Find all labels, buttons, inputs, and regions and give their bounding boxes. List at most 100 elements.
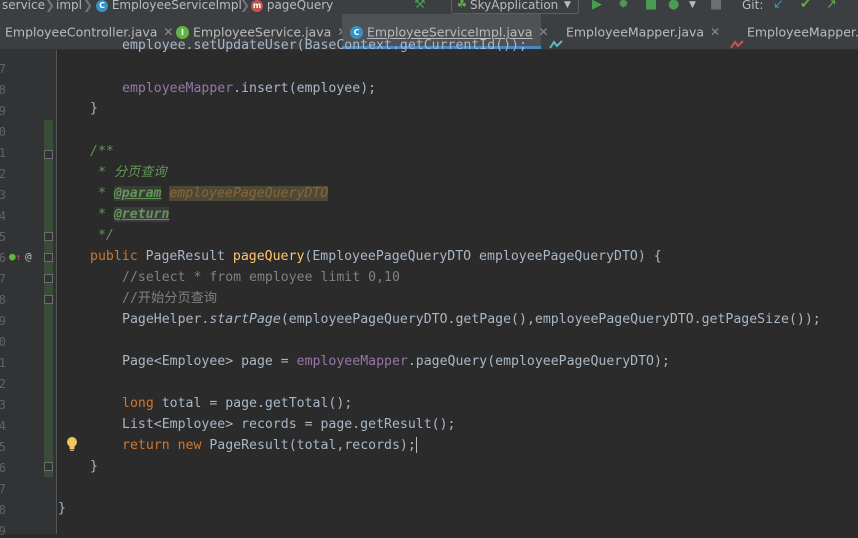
build-hammer-icon[interactable]: ⚒ [414,0,426,13]
code-keyword: new [169,438,202,453]
chevron-down-icon: ▼ [564,0,571,10]
line-number: 9 [0,524,6,538]
doc-comment: * 分页查询 [90,165,167,180]
code-text: (EmployeePageQueryDTO employeePageQueryD… [304,249,662,264]
navigation-bar: service ❯ impl ❯ C EmployeeServiceImpl ❯… [0,0,858,14]
doc-tag: @param [113,186,162,201]
code-line: */ [90,226,114,246]
code-line: PageHelper.startPage(employeePageQueryDT… [122,310,821,330]
code-text: (employeePageQueryDTO.getPage(),employee… [280,312,821,327]
fold-toggle-icon[interactable] [44,274,53,283]
code-keyword: long [122,396,154,411]
tab-label: EmployeeMapper. [746,24,858,40]
code-line: employee.setUpdateUser(BaseContext.getCu… [122,36,527,56]
debug-icon[interactable]: ✹ [618,0,629,13]
lightbulb-icon[interactable] [66,436,78,452]
code-line: } [90,457,98,477]
mapper-icon [730,28,744,49]
code-line: return new PageResult(total,records); [122,436,417,456]
line-number: 6 [0,461,6,475]
code-comment: //select * from employee limit 0,10 [122,270,400,285]
doc-comment: * [90,186,114,201]
fold-toggle-icon[interactable] [44,150,53,159]
code-text: Page<Employee> page = [122,354,297,369]
code-keyword: return [122,438,170,453]
breadcrumb-class[interactable]: C EmployeeServiceImpl [96,0,242,13]
code-field: employeeMapper [296,354,408,369]
class-icon: C [96,0,108,12]
profile-icon[interactable]: ● [668,0,679,13]
fold-toggle-icon[interactable] [44,232,53,241]
line-number: 4 [0,419,6,433]
fold-toggle-icon[interactable] [44,295,53,304]
code-line: //开始分页查询 [122,289,217,309]
code-line: * @return [90,205,170,225]
code-field: employeeMapper [122,81,234,96]
run-configuration-selector[interactable]: ☘ SkyApplication ▼ [451,0,579,14]
tab-label: EmployeeMapper.java [565,24,705,40]
doc-comment: * [90,207,114,222]
git-commit-icon[interactable]: ✔ [800,0,811,13]
breadcrumb-method-label: pageQuery [266,0,334,12]
code-line: long total = page.getTotal(); [122,394,352,414]
line-number: 8 [0,503,6,517]
code-line: /** [90,142,114,162]
chevron-down-icon[interactable]: ▼ [689,0,696,13]
code-text: .pageQuery(employeePageQueryDTO); [407,354,670,369]
code-text: total = page.getTotal(); [153,396,353,411]
tab-employee-mapper-xml[interactable]: EmployeeMapper. [722,14,858,49]
breadcrumb-separator: ❯ [83,0,94,12]
code-text: .insert(employee); [233,81,377,96]
spring-icon: ☘ [457,0,467,11]
git-update-icon[interactable]: ↙ [773,0,784,13]
git-push-icon[interactable]: ↗ [826,0,837,13]
code-text: List<Employee> records = page.getResult(… [122,417,456,432]
text-caret [415,437,417,453]
breadcrumb-separator: ❯ [240,0,251,12]
doc-comment: */ [90,228,114,243]
code-text: } [58,501,66,516]
breadcrumb-impl[interactable]: impl [56,0,82,13]
method-icon: m [251,0,263,12]
doc-comment: /** [90,144,114,159]
code-line: //select * from employee limit 0,10 [122,268,400,288]
code-line: * 分页查询 [90,163,167,183]
code-line: } [58,499,66,519]
code-line: public PageResult pageQuery(EmployeePage… [90,247,662,267]
code-text: PageResult [137,249,233,264]
code-text: } [90,459,98,474]
close-icon[interactable]: ✕ [710,25,720,39]
code-line: List<Employee> records = page.getResult(… [122,415,455,435]
code-line: } [90,99,98,119]
code-line: * @param employeePageQueryDTO [90,184,329,204]
doc-param: employeePageQueryDTO [169,186,329,201]
breadcrumb-class-label: EmployeeServiceImpl [111,0,242,12]
code-static-method: startPage [209,312,281,327]
coverage-icon[interactable]: ■ [645,0,657,13]
tab-employee-mapper[interactable]: EmployeeMapper.java ✕ [541,14,722,49]
breadcrumb-separator: ❯ [45,0,56,12]
code-keyword: public [90,249,138,264]
breadcrumb-method[interactable]: m pageQuery [251,0,333,13]
code-text: employee.setUpdateUser(BaseContext.getCu… [122,38,527,53]
code-editor[interactable]: employee.setUpdateUser(BaseContext.getCu… [0,0,821,516]
code-line: Page<Employee> page = employeeMapper.pag… [122,352,670,372]
fold-toggle-icon[interactable] [44,253,53,262]
code-text: PageResult(total,records); [201,438,416,453]
run-configuration-label: SkyApplication [470,0,559,12]
code-text: PageHelper. [122,312,210,327]
code-line: employeeMapper.insert(employee); [122,79,376,99]
code-text: } [90,101,98,116]
mapper-icon [549,28,563,49]
code-method-name: pageQuery [232,249,305,264]
stop-icon[interactable]: ■ [710,0,722,13]
run-icon[interactable]: ▶ [592,0,602,13]
line-number: 7 [0,482,6,496]
doc-tag: @return [113,207,170,222]
line-number: 5 [0,440,6,454]
annotation-icon: @ [25,250,32,263]
code-comment: //开始分页查询 [122,291,218,306]
fold-toggle-icon[interactable] [44,462,53,471]
gutter-divider [56,50,57,534]
git-label: Git: [742,0,764,12]
